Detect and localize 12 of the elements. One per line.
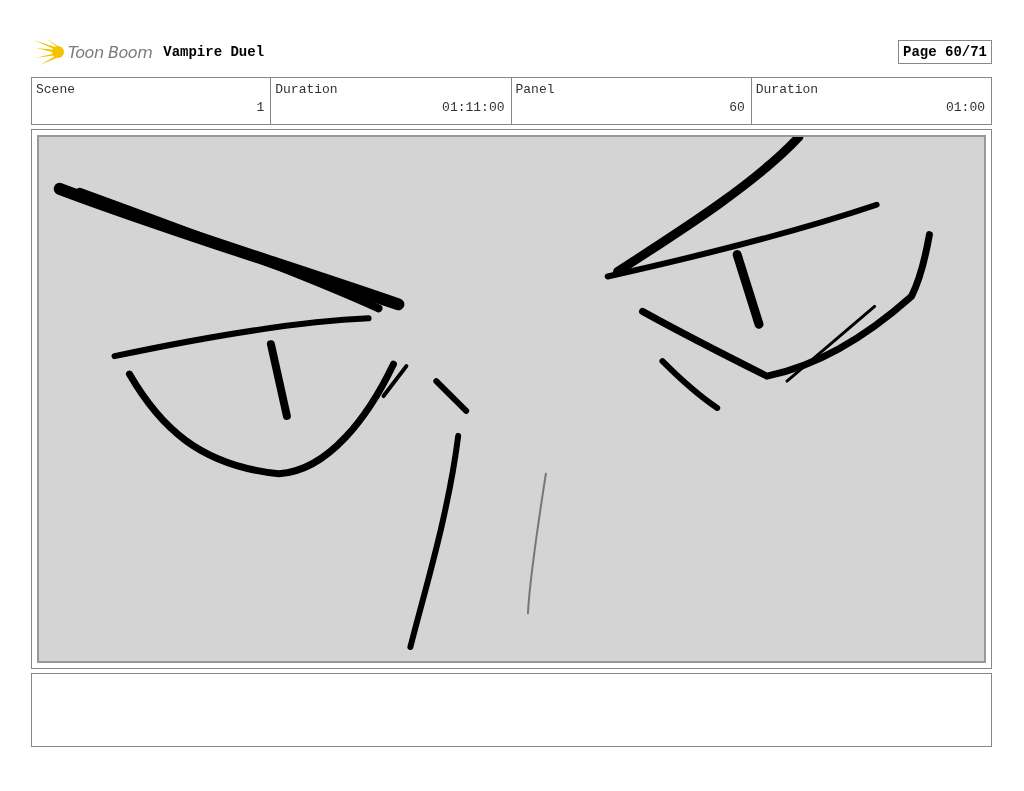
table-cell-text: 60 bbox=[728, 100, 745, 115]
column-header: Panel bbox=[515, 82, 556, 97]
table-cell-text: 01:11:00 bbox=[441, 100, 505, 115]
logo-text: Toon Boom bbox=[68, 42, 153, 62]
column-header: Duration bbox=[755, 82, 820, 97]
page-number: Page 60/71 bbox=[898, 40, 992, 64]
table-cell-text: 1 bbox=[255, 100, 265, 115]
project-title: Vampire Duel bbox=[163, 44, 265, 60]
table-cell-text: 01:00 bbox=[945, 100, 985, 115]
column-header: Scene bbox=[36, 82, 76, 97]
column-header: Duration bbox=[275, 82, 339, 97]
starburst-logo-icon bbox=[34, 38, 66, 66]
